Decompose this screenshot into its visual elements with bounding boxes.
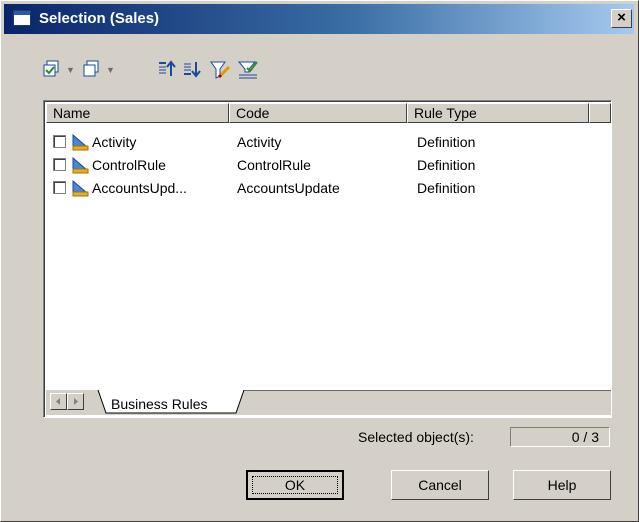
scroll-left-button[interactable] — [50, 393, 67, 410]
business-rule-icon — [72, 156, 89, 174]
column-header-filler — [589, 103, 611, 123]
business-rule-icon — [72, 133, 89, 151]
object-list[interactable]: Name Code Rule Type Activity Activity De… — [43, 100, 612, 418]
filter-selected-icon[interactable] — [237, 59, 259, 81]
column-header-rule-type[interactable]: Rule Type — [407, 103, 589, 123]
scroll-right-button[interactable] — [67, 393, 84, 410]
select-all-dropdown-icon[interactable]: ▼ — [66, 65, 75, 75]
window-icon — [13, 10, 31, 26]
ok-button[interactable]: OK — [246, 470, 344, 500]
row-checkbox[interactable] — [53, 181, 66, 194]
selection-dialog: Selection (Sales) × ▼ ▼ Name Code Rule T… — [0, 0, 639, 522]
move-to-bottom-icon[interactable] — [181, 59, 203, 81]
tab-strip: Business Rules — [46, 390, 611, 415]
close-button[interactable]: × — [611, 9, 632, 28]
tab-business-rules[interactable]: Business Rules — [111, 396, 208, 412]
arrow-left-icon — [56, 398, 60, 405]
list-item[interactable]: ControlRule ControlRule Definition — [46, 154, 611, 176]
rule-code: AccountsUpdate — [237, 180, 340, 196]
list-header: Name Code Rule Type — [46, 103, 611, 123]
row-checkbox[interactable] — [53, 135, 66, 148]
arrow-right-icon — [74, 398, 78, 405]
select-all-icon[interactable] — [41, 59, 63, 81]
cancel-button-label: Cancel — [418, 477, 462, 493]
deselect-all-icon[interactable] — [81, 59, 103, 81]
column-header-name[interactable]: Name — [46, 103, 229, 123]
rule-name: AccountsUpd... — [92, 180, 187, 196]
filter-icon[interactable] — [209, 59, 231, 81]
business-rule-icon — [72, 179, 89, 197]
rule-code: Activity — [237, 134, 282, 150]
title-bar[interactable]: Selection (Sales) × — [4, 4, 634, 34]
selected-objects-label: Selected object(s): — [358, 429, 474, 445]
focus-rectangle — [252, 476, 338, 494]
help-button[interactable]: Help — [513, 470, 611, 500]
deselect-all-dropdown-icon[interactable]: ▼ — [106, 65, 115, 75]
dialog-title: Selection (Sales) — [39, 10, 160, 27]
rule-type: Definition — [417, 134, 476, 150]
cancel-button[interactable]: Cancel — [391, 470, 489, 500]
rule-code: ControlRule — [237, 157, 311, 173]
row-checkbox[interactable] — [53, 158, 66, 171]
rule-type: Definition — [417, 180, 476, 196]
toolbar: ▼ ▼ — [41, 59, 401, 85]
rule-name: Activity — [92, 134, 137, 150]
selected-objects-count: 0 / 3 — [510, 427, 610, 447]
rule-type: Definition — [417, 157, 476, 173]
list-item[interactable]: AccountsUpd... AccountsUpdate Definition — [46, 177, 611, 199]
help-button-label: Help — [547, 477, 577, 493]
list-item[interactable]: Activity Activity Definition — [46, 131, 611, 153]
column-header-code[interactable]: Code — [229, 103, 407, 123]
rule-name: ControlRule — [92, 157, 166, 173]
move-to-top-icon[interactable] — [156, 59, 178, 81]
